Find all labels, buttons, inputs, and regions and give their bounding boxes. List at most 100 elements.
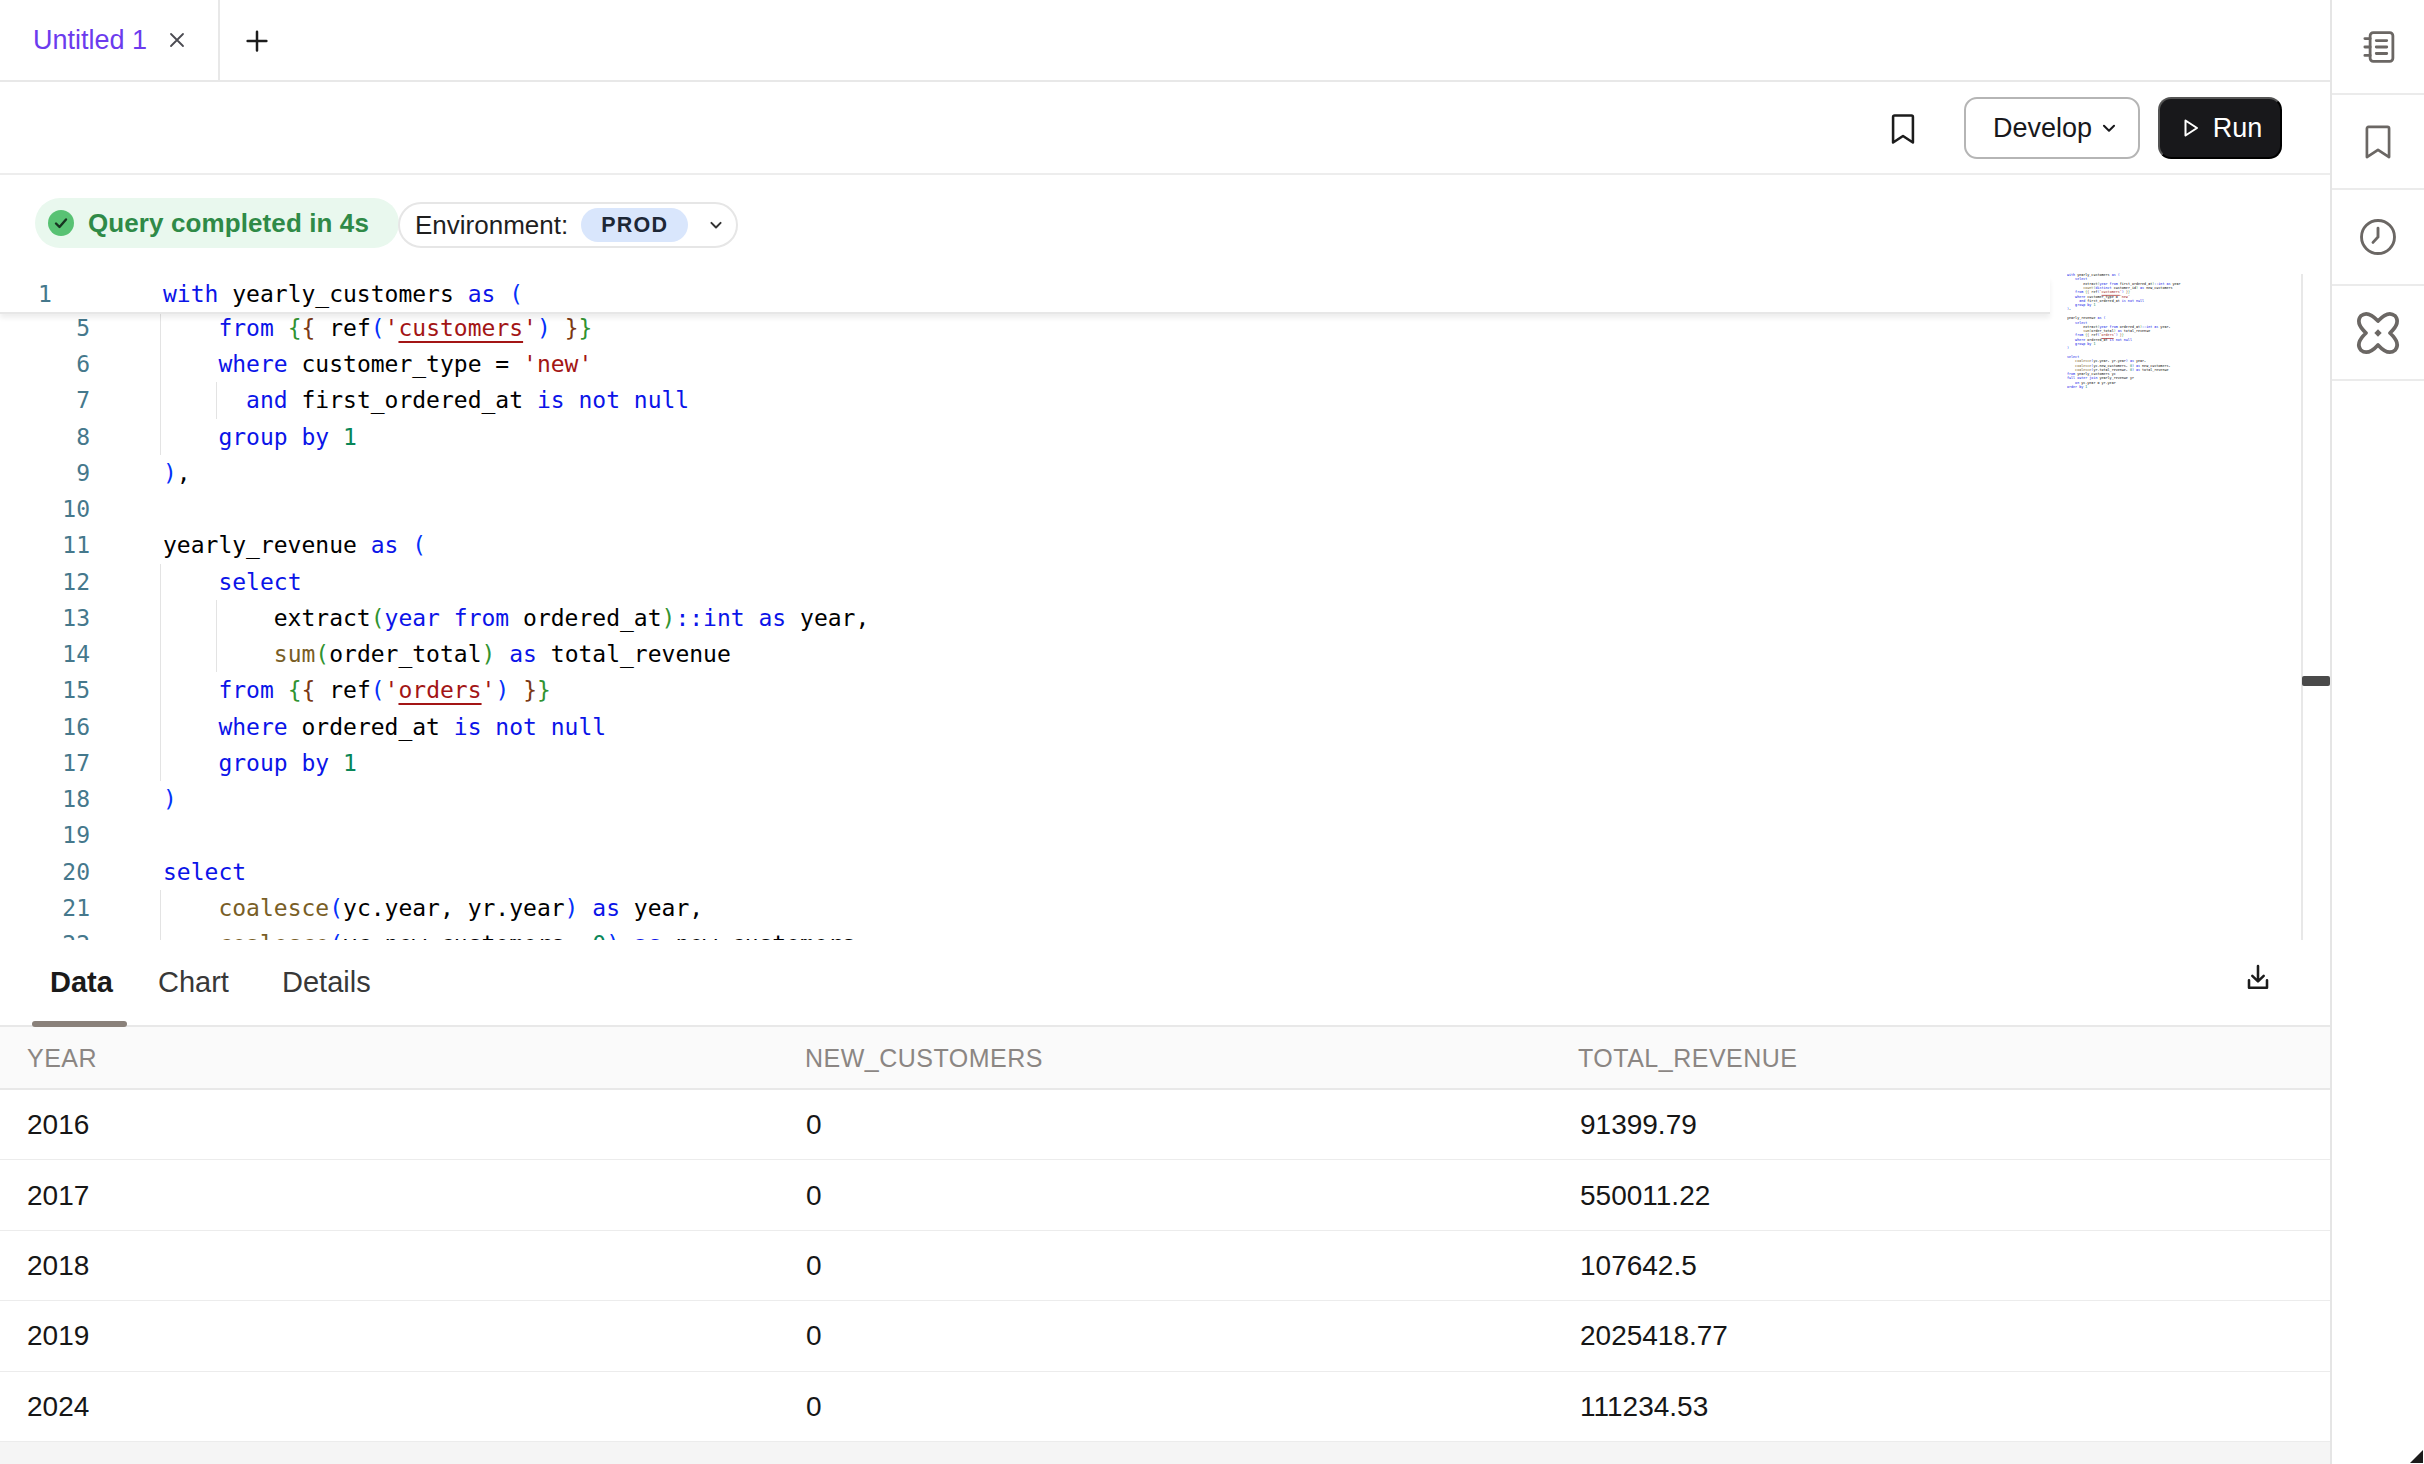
editor-line[interactable]: 5 from {{ ref('customers') }} — [0, 310, 2302, 346]
code-line[interactable]: group by 1 — [163, 419, 357, 455]
indent-guide — [160, 382, 162, 418]
editor-line[interactable]: 8 group by 1 — [0, 419, 2302, 455]
indent-guide — [160, 346, 162, 382]
plus-icon[interactable] — [242, 26, 272, 56]
editor-line[interactable]: 9), — [0, 455, 2302, 491]
editor-line[interactable]: 6 where customer_type = 'new' — [0, 346, 2302, 382]
close-icon[interactable] — [165, 28, 189, 52]
editor-line[interactable]: 15 from {{ ref('orders') }} — [0, 672, 2302, 708]
results-tab-data[interactable]: Data — [50, 966, 113, 999]
code-line[interactable]: select — [163, 854, 246, 890]
table-cell: 2018 — [27, 1231, 89, 1301]
editor-line[interactable]: 19 — [0, 817, 2302, 853]
code-line[interactable]: sum(order_total) as total_revenue — [163, 636, 731, 672]
code-line[interactable]: where ordered_at is not null — [163, 709, 606, 745]
code-editor[interactable]: 1 with yearly_customers as ( 5 from {{ re… — [0, 277, 2302, 940]
table-cell: 91399.79 — [1580, 1090, 1697, 1160]
table-cell: 0 — [806, 1160, 822, 1230]
sticky-scroll-line[interactable]: 1 with yearly_customers as ( — [0, 277, 2050, 314]
bookmark-icon[interactable] — [1886, 110, 1920, 148]
resize-grip-icon[interactable] — [2410, 1450, 2423, 1463]
editor-line[interactable]: 22 coalesce(yc.new_customers, 0) as new_… — [0, 926, 2302, 940]
line-number: 19 — [0, 817, 90, 853]
results-tab-chart[interactable]: Chart — [158, 966, 229, 999]
line-number: 15 — [0, 672, 90, 708]
editor-line[interactable]: 17 group by 1 — [0, 745, 2302, 781]
indent-guide — [160, 600, 162, 636]
environment-value-chip: PROD — [581, 208, 688, 242]
editor-line[interactable]: 11yearly_revenue as ( — [0, 527, 2302, 563]
code-line[interactable]: coalesce(yc.new_customers, 0) as new_cus… — [163, 926, 869, 940]
tab-untitled-1[interactable]: Untitled 1 — [0, 0, 220, 80]
ref-link[interactable]: customers — [398, 315, 523, 341]
line-number: 8 — [0, 419, 90, 455]
run-button[interactable]: Run — [2158, 97, 2282, 159]
indent-guide — [160, 636, 162, 672]
editor-line[interactable]: 18) — [0, 781, 2302, 817]
editor-line[interactable]: 14 sum(order_total) as total_revenue — [0, 636, 2302, 672]
editor-line[interactable]: 13 extract(year from ordered_at)::int as… — [0, 600, 2302, 636]
table-row[interactable]: 20170550011.22 — [0, 1160, 2330, 1230]
editor-line[interactable]: 21 coalesce(yc.year, yr.year) as year, — [0, 890, 2302, 926]
editor-line[interactable]: 10 — [0, 491, 2302, 527]
chevron-down-icon — [2098, 117, 2120, 139]
code-line[interactable]: yearly_revenue as ( — [163, 527, 426, 563]
tab-label: Untitled 1 — [33, 25, 147, 56]
line-number: 16 — [0, 709, 90, 745]
environment-label: Environment: — [415, 210, 568, 241]
pane-resize-handle[interactable] — [2302, 676, 2330, 686]
code-line[interactable]: from {{ ref('customers') }} — [163, 310, 592, 346]
code-line[interactable]: from {{ ref('orders') }} — [163, 672, 551, 708]
dbt-logo-icon — [2352, 307, 2404, 359]
code-line[interactable]: coalesce(yc.year, yr.year) as year, — [163, 890, 703, 926]
line-number: 21 — [0, 890, 90, 926]
ref-link[interactable]: orders — [398, 677, 481, 703]
code-line[interactable]: ), — [163, 455, 191, 491]
pane-divider — [2301, 274, 2303, 940]
editor-minimap[interactable]: with yearly_customers as ( select extrac… — [2067, 273, 2181, 395]
indent-guide — [160, 890, 162, 926]
indent-guide — [160, 564, 162, 600]
bookmark-icon — [2359, 121, 2397, 163]
code-line[interactable]: where customer_type = 'new' — [163, 346, 592, 382]
code-line[interactable]: with yearly_customers as ( — [163, 277, 523, 312]
results-tab-details[interactable]: Details — [282, 966, 371, 999]
code-line[interactable]: group by 1 — [163, 745, 357, 781]
tab-bar: Untitled 1 — [0, 0, 2330, 82]
table-cell: 0 — [806, 1301, 822, 1371]
chevron-down-icon — [706, 215, 726, 235]
dbt-panel-button[interactable] — [2332, 286, 2424, 381]
table-row[interactable]: 20240111234.53 — [0, 1372, 2330, 1442]
line-number: 5 — [0, 310, 90, 346]
code-line[interactable]: and first_ordered_at is not null — [163, 382, 689, 418]
line-number: 1 — [38, 277, 52, 312]
develop-button[interactable]: Develop — [1964, 97, 2140, 159]
clock-icon — [2355, 214, 2401, 260]
table-cell: 2017 — [27, 1160, 89, 1230]
line-number: 17 — [0, 745, 90, 781]
results-tab-bar: Data Chart Details — [0, 940, 2330, 1027]
table-row[interactable]: 20180107642.5 — [0, 1231, 2330, 1301]
run-label: Run — [2213, 113, 2263, 144]
editor-line[interactable]: 20 select — [0, 854, 2302, 890]
editor-line[interactable]: 16 where ordered_at is not null — [0, 709, 2302, 745]
table-row[interactable]: 2016091399.79 — [0, 1090, 2330, 1160]
code-line[interactable]: ) — [163, 781, 177, 817]
indent-guide — [160, 672, 162, 708]
column-header-new_customers: NEW_CUSTOMERS — [805, 1027, 1043, 1090]
code-line[interactable]: select — [163, 564, 301, 600]
download-icon[interactable] — [2240, 960, 2276, 996]
editor-line[interactable]: 7 and first_ordered_at is not null — [0, 382, 2302, 418]
line-number: 10 — [0, 491, 90, 527]
outline-panel-button[interactable] — [2332, 0, 2424, 95]
editor-line[interactable]: 12 select — [0, 564, 2302, 600]
bookmarks-panel-button[interactable] — [2332, 95, 2424, 190]
environment-selector[interactable]: Environment: PROD — [398, 202, 738, 248]
history-panel-button[interactable] — [2332, 190, 2424, 286]
table-cell: 2019 — [27, 1301, 89, 1371]
table-row[interactable]: 201902025418.77 — [0, 1301, 2330, 1371]
code-line[interactable]: extract(year from ordered_at)::int as ye… — [163, 600, 869, 636]
table-cell: 107642.5 — [1580, 1231, 1697, 1301]
line-number: 20 — [0, 854, 90, 890]
indent-guide — [160, 709, 162, 745]
